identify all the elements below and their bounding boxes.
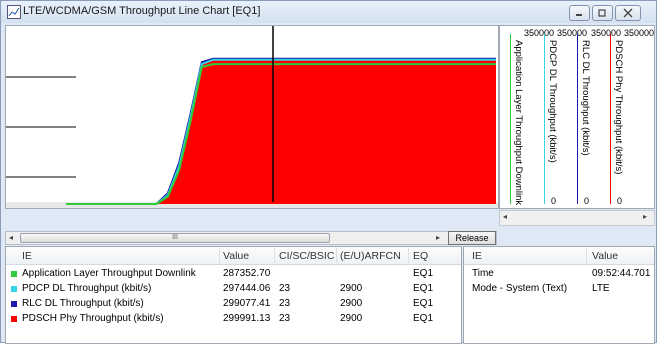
restore-icon (598, 9, 606, 17)
row-value: 299077.41 (223, 298, 271, 309)
col-value[interactable]: Value (223, 250, 249, 262)
table-row[interactable]: PDCP DL Throughput (kbit/s) 297444.06 23… (6, 282, 461, 297)
row-value: 297444.06 (223, 283, 271, 294)
close-icon (623, 8, 633, 18)
scroll-right-icon[interactable]: ▸ (643, 212, 647, 221)
row-value: 09:52:44.701 (592, 268, 651, 279)
series-swatch (11, 271, 17, 277)
col-ci[interactable]: CI/SC/BSIC (279, 250, 334, 262)
col-ie[interactable]: IE (472, 250, 482, 262)
axis-line-pdsch (610, 34, 611, 204)
row-ci: 23 (279, 313, 291, 324)
series-swatch (11, 286, 17, 292)
col-arfcn[interactable]: (E/U)ARFCN (340, 250, 401, 262)
series-swatch (11, 301, 17, 307)
axis-line-pdcp (544, 34, 545, 204)
row-ci: 23 (279, 298, 291, 309)
scroll-left-icon[interactable]: ◂ (503, 212, 507, 221)
axis-label-pdsch: PDSCH Phy Throughput (kbit/s) (613, 40, 624, 175)
scrollbar-thumb[interactable]: III (20, 233, 330, 243)
legend-scrollbar[interactable]: ◂ ▸ (499, 210, 655, 226)
axis-max-app: 350000 (524, 28, 555, 38)
col-value[interactable]: Value (592, 250, 618, 262)
restore-button[interactable] (592, 5, 613, 21)
axis-max-rlc: 350000 (591, 28, 622, 38)
col-eq[interactable]: EQ (413, 250, 428, 262)
chart-horizontal-scrollbar[interactable]: ◂ III ▸ (5, 231, 497, 245)
minimize-button[interactable] (569, 5, 590, 21)
table-header: IE Value (464, 247, 654, 265)
axis-legend-panel: 350000 350000 350000 350000 Application … (499, 25, 655, 209)
axis-line-app (510, 34, 511, 204)
throughput-chart[interactable] (5, 25, 499, 209)
axis-zero-rlc: 0 (584, 196, 590, 206)
table-row[interactable]: Mode - System (Text) LTE (464, 282, 654, 297)
row-ie: Time (472, 268, 494, 279)
row-ie: Mode - System (Text) (472, 283, 568, 294)
info-table: IE Value Time 09:52:44.701 Mode - System… (463, 246, 655, 344)
row-value: 287352.70 (223, 268, 271, 279)
chart-icon (7, 5, 21, 19)
axis-label-app: Application Layer Throughput Downlink (513, 40, 524, 206)
title-bar[interactable]: LTE/WCDMA/GSM Throughput Line Chart [EQ1… (1, 1, 656, 23)
series-area-pdsch (66, 58, 496, 204)
axis-zero-pdcp: 0 (551, 196, 557, 206)
table-row[interactable]: Time 09:52:44.701 (464, 267, 654, 282)
row-ie: RLC DL Throughput (kbit/s) (22, 298, 144, 309)
table-row[interactable]: PDSCH Phy Throughput (kbit/s) 299991.13 … (6, 312, 461, 327)
series-swatch (11, 316, 17, 322)
scroll-right-icon[interactable]: ▸ (436, 233, 440, 242)
release-button[interactable]: Release (448, 231, 496, 245)
row-arfcn: 2900 (340, 313, 363, 324)
axis-max-pdsch: 350000 (624, 28, 655, 38)
row-eq: EQ1 (413, 268, 434, 279)
row-eq: EQ1 (413, 283, 434, 294)
minimize-icon (576, 14, 582, 16)
row-arfcn: 2900 (340, 283, 363, 294)
axis-label-pdcp: PDCP DL Throughput (kbit/s) (547, 40, 558, 163)
row-eq: EQ1 (413, 313, 434, 324)
table-row[interactable]: RLC DL Throughput (kbit/s) 299077.41 23 … (6, 297, 461, 312)
row-ie: PDSCH Phy Throughput (kbit/s) (22, 313, 164, 324)
scroll-left-icon[interactable]: ◂ (9, 233, 13, 242)
axis-zero-pdsch: 0 (617, 196, 623, 206)
row-ie: PDCP DL Throughput (kbit/s) (22, 283, 152, 294)
row-eq: EQ1 (413, 298, 434, 309)
table-header: IE Value CI/SC/BSIC (E/U)ARFCN EQ (6, 247, 461, 265)
col-ie[interactable]: IE (22, 250, 32, 262)
axis-label-rlc: RLC DL Throughput (kbit/s) (580, 40, 591, 156)
chart-plot[interactable] (6, 26, 498, 208)
chart-window: LTE/WCDMA/GSM Throughput Line Chart [EQ1… (0, 0, 657, 344)
row-value: LTE (592, 283, 610, 294)
row-ie: Application Layer Throughput Downlink (22, 268, 196, 279)
close-button[interactable] (615, 5, 641, 21)
axis-line-rlc (577, 34, 578, 204)
window-title: LTE/WCDMA/GSM Throughput Line Chart [EQ1… (23, 5, 261, 17)
ie-value-table: IE Value CI/SC/BSIC (E/U)ARFCN EQ Applic… (5, 246, 462, 344)
row-value: 299991.13 (223, 313, 271, 324)
table-row[interactable]: Application Layer Throughput Downlink 28… (6, 267, 461, 282)
axis-max-pdcp: 350000 (557, 28, 588, 38)
row-arfcn: 2900 (340, 298, 363, 309)
row-ci: 23 (279, 283, 291, 294)
